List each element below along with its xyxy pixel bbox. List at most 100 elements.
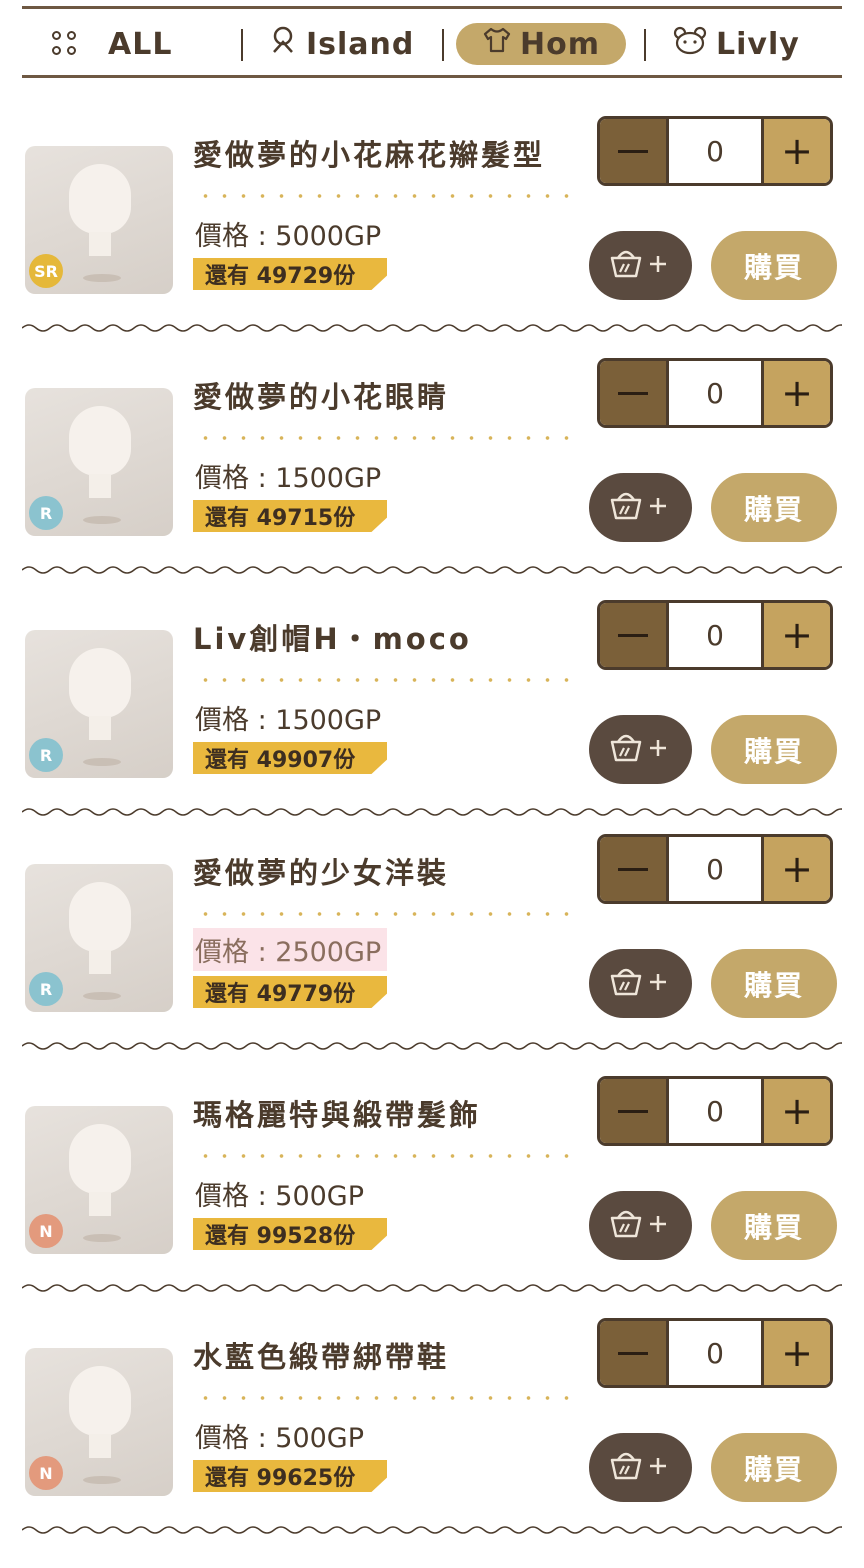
wavy-divider <box>22 1526 842 1534</box>
increment-button[interactable]: + <box>764 119 830 183</box>
item-name: 瑪格麗特與緞帶髮飾 <box>193 1098 482 1132</box>
tab-hom[interactable]: Hom <box>456 23 626 65</box>
mannequin-neck <box>89 1434 111 1458</box>
mannequin-neck <box>89 232 111 256</box>
buy-button[interactable]: 購買 <box>711 1191 837 1260</box>
buy-button[interactable]: 購買 <box>711 715 837 784</box>
decrement-button[interactable] <box>600 1079 666 1143</box>
item-thumbnail[interactable]: N <box>25 1348 173 1496</box>
basket-plus-icon <box>606 242 676 290</box>
quantity-value[interactable]: 0 <box>666 361 764 425</box>
quantity-value[interactable]: 0 <box>666 119 764 183</box>
item-thumbnail[interactable]: R <box>25 630 173 778</box>
wavy-divider <box>22 808 842 816</box>
mannequin-base <box>83 1234 121 1242</box>
mannequin-base <box>83 992 121 1000</box>
shirt-icon <box>482 26 512 62</box>
add-to-cart-button[interactable] <box>589 1433 692 1502</box>
item-thumbnail[interactable]: R <box>25 388 173 536</box>
stock-remaining: 還有 49907份 <box>193 742 387 774</box>
quantity-stepper: 0 + <box>597 1076 833 1146</box>
mannequin-neck <box>89 716 111 740</box>
stock-remaining: 還有 49715份 <box>193 500 387 532</box>
increment-button[interactable]: + <box>764 361 830 425</box>
stock-remaining: 還有 49729份 <box>193 258 387 290</box>
mannequin-base <box>83 516 121 524</box>
add-to-cart-button[interactable] <box>589 949 692 1018</box>
plus-icon: + <box>781 1331 813 1375</box>
quantity-stepper: 0 + <box>597 600 833 670</box>
mannequin-head <box>69 648 131 718</box>
item-thumbnail[interactable]: R <box>25 864 173 1012</box>
decrement-button[interactable] <box>600 837 666 901</box>
rarity-badge: R <box>29 496 63 530</box>
shop-item-row: R 愛做夢的少女洋裝 價格 : 2500GP 還有 49779份 0 + 購買 <box>0 834 864 1084</box>
quantity-value[interactable]: 0 <box>666 1079 764 1143</box>
tab-label: Livly <box>716 26 800 62</box>
tab-label: Island <box>306 26 415 62</box>
wavy-divider <box>22 1042 842 1050</box>
add-to-cart-button[interactable] <box>589 1191 692 1260</box>
item-price: 價格 : 500GP <box>195 1181 365 1212</box>
mannequin-head <box>69 164 131 234</box>
quantity-value[interactable]: 0 <box>666 837 764 901</box>
item-name: 愛做夢的小花麻花辮髮型 <box>193 138 546 172</box>
mannequin-base <box>83 758 121 766</box>
stock-remaining: 還有 49779份 <box>193 976 387 1008</box>
mannequin-neck <box>89 1192 111 1216</box>
buy-button[interactable]: 購買 <box>711 1433 837 1502</box>
increment-button[interactable]: + <box>764 1079 830 1143</box>
tab-livly[interactable]: Livly <box>672 23 832 65</box>
basket-plus-icon <box>606 484 676 532</box>
basket-plus-icon <box>606 960 676 1008</box>
tab-island[interactable]: Island <box>268 23 448 65</box>
add-to-cart-button[interactable] <box>589 231 692 300</box>
quantity-value[interactable]: 0 <box>666 603 764 667</box>
add-to-cart-button[interactable] <box>589 715 692 784</box>
decrement-button[interactable] <box>600 119 666 183</box>
add-to-cart-button[interactable] <box>589 473 692 542</box>
tab-label: Hom <box>520 26 600 62</box>
tab-divider <box>644 29 646 61</box>
rarity-badge: N <box>29 1214 63 1248</box>
buy-button[interactable]: 購買 <box>711 231 837 300</box>
tab-divider <box>442 29 444 61</box>
quantity-stepper: 0 + <box>597 358 833 428</box>
dotted-divider <box>196 436 576 440</box>
buy-button[interactable]: 購買 <box>711 949 837 1018</box>
increment-button[interactable]: + <box>764 837 830 901</box>
item-thumbnail[interactable]: N <box>25 1106 173 1254</box>
category-tab-bar: ALL Island Hom Livly <box>22 6 842 78</box>
wavy-divider <box>22 1284 842 1292</box>
minus-icon <box>618 149 648 153</box>
item-price: 價格 : 1500GP <box>195 705 382 736</box>
mannequin-neck <box>89 474 111 498</box>
livly-face-icon <box>672 25 708 63</box>
decrement-button[interactable] <box>600 1321 666 1385</box>
tab-divider <box>241 29 243 61</box>
item-name: Liv創帽H・moco <box>193 622 472 656</box>
decrement-button[interactable] <box>600 361 666 425</box>
minus-icon <box>618 1351 648 1355</box>
basket-plus-icon <box>606 1444 676 1492</box>
buy-button[interactable]: 購買 <box>711 473 837 542</box>
tab-label: ALL <box>108 26 173 62</box>
plus-icon: + <box>781 1089 813 1133</box>
wavy-divider <box>22 324 842 332</box>
quantity-stepper: 0 + <box>597 116 833 186</box>
decrement-button[interactable] <box>600 603 666 667</box>
shop-item-row: SR 愛做夢的小花麻花辮髮型 價格 : 5000GP 還有 49729份 0 +… <box>0 116 864 366</box>
mannequin-neck <box>89 950 111 974</box>
item-thumbnail[interactable]: SR <box>25 146 173 294</box>
increment-button[interactable]: + <box>764 603 830 667</box>
quantity-value[interactable]: 0 <box>666 1321 764 1385</box>
dotted-divider <box>196 1396 576 1400</box>
item-price: 價格 : 500GP <box>195 1423 365 1454</box>
mannequin-head <box>69 882 131 952</box>
shop-item-row: N 瑪格麗特與緞帶髮飾 價格 : 500GP 還有 99528份 0 + 購買 <box>0 1076 864 1326</box>
plus-icon: + <box>781 613 813 657</box>
tab-all[interactable]: ALL <box>52 23 242 65</box>
rarity-badge: SR <box>29 254 63 288</box>
increment-button[interactable]: + <box>764 1321 830 1385</box>
dotted-divider <box>196 912 576 916</box>
